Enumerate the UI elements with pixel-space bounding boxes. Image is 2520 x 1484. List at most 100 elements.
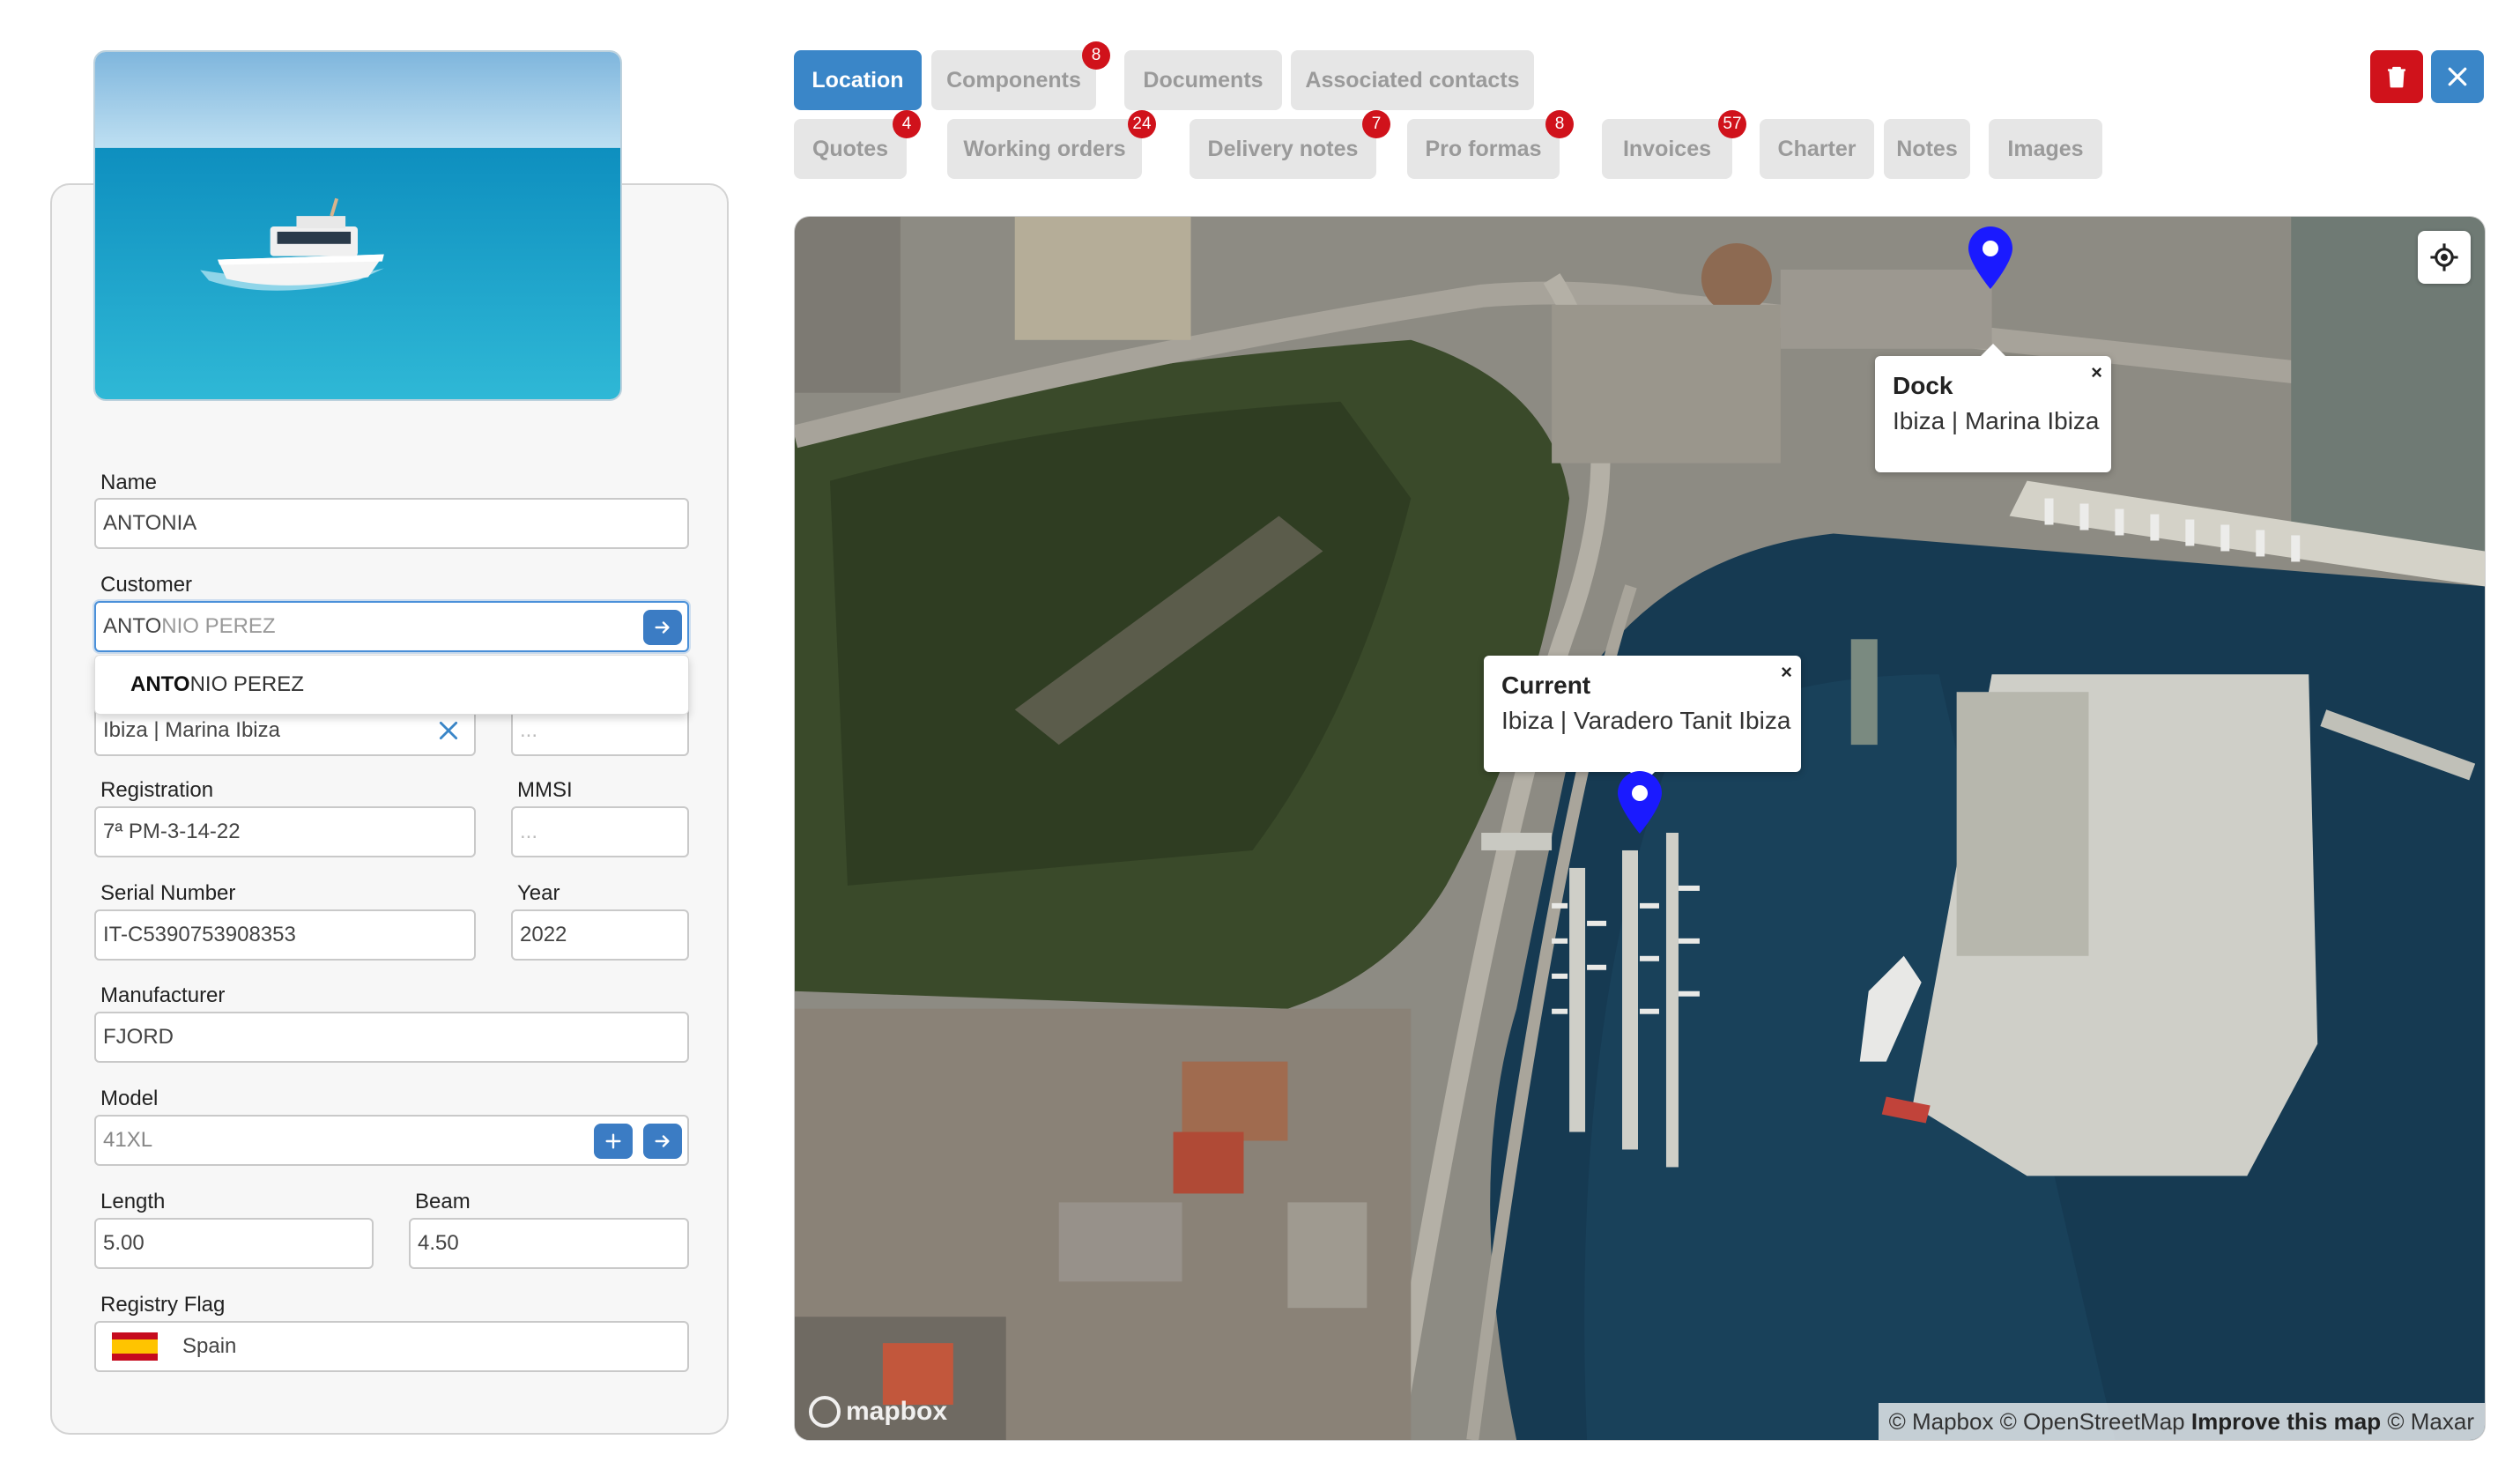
open-model-button[interactable] (643, 1124, 682, 1159)
tab-count-badge: 57 (1718, 110, 1746, 138)
tab-documents[interactable]: Documents (1124, 50, 1282, 110)
tab-label: Notes (1896, 137, 1958, 161)
mapbox-logo[interactable]: mapbox (809, 1396, 947, 1428)
tab-associated-contacts[interactable]: Associated contacts (1291, 50, 1534, 110)
current-popup-subtitle: Ibiza | Varadero Tanit Ibiza (1501, 707, 1791, 734)
mapbox-logo-text: mapbox (846, 1397, 948, 1426)
tab-label: Quotes (812, 137, 889, 161)
tab-pro-formas[interactable]: Pro formas 8 (1407, 110, 1574, 179)
name-field[interactable]: ANTONIA (94, 498, 689, 549)
add-model-button[interactable] (594, 1124, 633, 1159)
tab-working-orders[interactable]: Working orders 24 (947, 110, 1156, 179)
mmsi-field[interactable]: ... (511, 806, 689, 857)
year-label: Year (517, 881, 560, 905)
beam-value: 4.50 (418, 1231, 459, 1255)
geolocate-button[interactable] (2418, 231, 2471, 284)
dock-marker-icon[interactable] (1965, 226, 2016, 291)
suggestion-match: ANTO (130, 672, 190, 696)
customer-autocomplete-hint: NIO PEREZ (161, 614, 276, 638)
tab-count-badge: 8 (1545, 110, 1574, 138)
current-popup-title: Current (1501, 672, 1591, 699)
crosshair-icon (2430, 243, 2458, 271)
model-label: Model (100, 1087, 159, 1110)
dock-value: Ibiza | Marina Ibiza (103, 718, 280, 742)
current-popup: × Current Ibiza | Varadero Tanit Ibiza (1484, 656, 1801, 784)
year-value: 2022 (520, 923, 567, 946)
manufacturer-field[interactable]: FJORD (94, 1012, 689, 1063)
tab-label: Delivery notes (1207, 137, 1359, 161)
registration-field[interactable]: 7ª PM-3-14-22 (94, 806, 476, 857)
registration-label: Registration (100, 778, 214, 802)
attribution-maxar[interactable]: © Maxar (2387, 1408, 2474, 1435)
dock-popup-close-button[interactable]: × (2091, 361, 2102, 384)
arrow-right-icon (655, 621, 670, 634)
length-label: Length (100, 1190, 166, 1213)
length-field[interactable]: 5.00 (94, 1218, 374, 1269)
tab-quotes[interactable]: Quotes 4 (794, 110, 921, 179)
attribution-text[interactable]: © Mapbox © OpenStreetMap (1889, 1408, 2185, 1435)
tab-charter[interactable]: Charter (1760, 119, 1874, 179)
dock-side-placeholder: ... (520, 718, 538, 742)
name-value: ANTONIA (103, 511, 197, 535)
mapbox-logo-icon (809, 1396, 841, 1428)
beam-field[interactable]: 4.50 (409, 1218, 689, 1269)
model-value: 41XL (103, 1128, 153, 1152)
arrow-right-icon (655, 1135, 670, 1147)
tab-components[interactable]: Components 8 (931, 41, 1110, 110)
tab-label: Images (2007, 137, 2084, 161)
dock-popup-title: Dock (1893, 372, 1953, 399)
tab-count-badge: 7 (1362, 110, 1390, 138)
beam-label: Beam (415, 1190, 471, 1213)
mmsi-placeholder: ... (520, 820, 538, 843)
flag-select[interactable]: Spain (94, 1321, 689, 1372)
spain-flag-icon (112, 1332, 158, 1361)
serial-label: Serial Number (100, 881, 236, 905)
tab-label: Location (812, 68, 904, 93)
clear-dock-button[interactable] (434, 716, 463, 746)
customer-label: Customer (100, 573, 193, 597)
serial-field[interactable]: IT-C5390753908353 (94, 909, 476, 961)
close-icon (439, 721, 458, 740)
year-field[interactable]: 2022 (511, 909, 689, 961)
registration-value: 7ª PM-3-14-22 (103, 820, 241, 843)
flag-label: Registry Flag (100, 1293, 226, 1317)
map-attribution: © Mapbox © OpenStreetMap Improve this ma… (1878, 1403, 2485, 1440)
current-popup-close-button[interactable]: × (1781, 661, 1792, 684)
suggestion-rest: NIO PEREZ (189, 672, 304, 696)
manufacturer-label: Manufacturer (100, 983, 226, 1007)
close-button[interactable] (2431, 50, 2484, 103)
tab-notes[interactable]: Notes (1884, 119, 1970, 179)
tab-delivery-notes[interactable]: Delivery notes 7 (1190, 110, 1390, 179)
tab-images[interactable]: Images (1989, 119, 2102, 179)
tab-invoices[interactable]: Invoices 57 (1602, 110, 1746, 179)
flag-value: Spain (182, 1334, 237, 1358)
customer-typed-text: ANTO (103, 614, 162, 638)
tab-count-badge: 24 (1128, 110, 1156, 138)
current-marker-icon[interactable] (1614, 770, 1665, 835)
tab-location[interactable]: Location (794, 50, 922, 110)
tab-label: Charter (1777, 137, 1857, 161)
manufacturer-value: FJORD (103, 1025, 174, 1049)
name-label: Name (100, 471, 158, 494)
length-value: 5.00 (103, 1231, 145, 1255)
dock-popup-subtitle: Ibiza | Marina Ibiza (1893, 407, 2100, 434)
tab-label: Working orders (963, 137, 1126, 161)
dock-popup: × Dock Ibiza | Marina Ibiza (1875, 344, 2111, 472)
trash-icon (2388, 66, 2405, 88)
vessel-photo[interactable] (93, 50, 622, 401)
tab-count-badge: 4 (893, 110, 921, 138)
tab-label: Associated contacts (1305, 68, 1520, 93)
customer-go-button[interactable] (643, 610, 682, 645)
customer-input[interactable]: ANTONIO PEREZ (94, 601, 689, 652)
customer-suggestion-item[interactable]: ANTONIO PEREZ (94, 655, 689, 715)
tab-label: Pro formas (1425, 137, 1542, 161)
tab-label: Documents (1143, 68, 1264, 93)
serial-value: IT-C5390753908353 (103, 923, 296, 946)
tab-label: Invoices (1622, 137, 1712, 161)
improve-map-link[interactable]: Improve this map (2191, 1408, 2381, 1435)
tab-count-badge: 8 (1082, 41, 1110, 70)
delete-button[interactable] (2370, 50, 2423, 103)
close-icon (2448, 67, 2467, 86)
location-map[interactable]: mapbox © Mapbox © OpenStreetMap Improve … (794, 216, 2486, 1441)
model-field[interactable]: 41XL (94, 1115, 689, 1166)
